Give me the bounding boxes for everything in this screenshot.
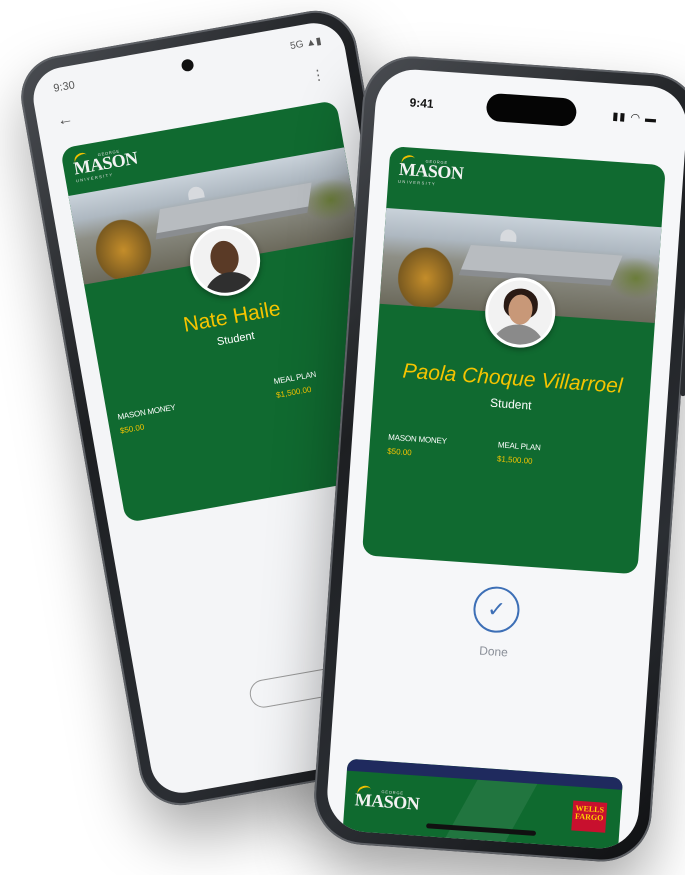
meal-plan-label: MEAL PLAN bbox=[497, 440, 541, 453]
mason-logo: GEORGE MASON bbox=[354, 783, 420, 814]
done-confirmation[interactable]: ✓ Done bbox=[337, 576, 653, 670]
mason-logo: GEORGE MASON UNIVERSITY bbox=[72, 147, 140, 184]
signal-wifi-battery-icon: ▮▮ ◠ ▬ bbox=[611, 110, 658, 126]
mason-money-value: $50.00 bbox=[119, 422, 145, 436]
meal-plan-label: MEAL PLAN bbox=[273, 369, 317, 387]
meal-plan-value: $1,500.00 bbox=[275, 384, 313, 400]
mason-logo: GEORGE MASON UNIVERSITY bbox=[398, 153, 464, 186]
checkmark-icon[interactable]: ✓ bbox=[471, 585, 522, 635]
promo-stage: 9:30 5G ▲▮ ← ⋮ GEORGE MASON UNIVERSITY N… bbox=[0, 0, 685, 875]
network-indicator: 5G ▲▮ bbox=[289, 35, 323, 53]
mason-money-label: MASON MONEY bbox=[387, 432, 448, 446]
iphone: 9:41 ▮▮ ◠ ▬ GEORGE MASON UNIVERSITY Paol… bbox=[310, 53, 685, 865]
done-label: Done bbox=[478, 643, 509, 660]
iphone-screen: 9:41 ▮▮ ◠ ▬ GEORGE MASON UNIVERSITY Paol… bbox=[324, 67, 685, 851]
back-arrow-icon[interactable]: ← bbox=[56, 110, 75, 131]
mason-money-value: $50.00 bbox=[386, 446, 412, 458]
mason-money-label: MASON MONEY bbox=[116, 402, 177, 422]
meal-plan-value: $1,500.00 bbox=[496, 454, 533, 466]
status-time: 9:30 bbox=[52, 79, 76, 95]
student-id-card[interactable]: GEORGE MASON UNIVERSITY Paola Choque Vil… bbox=[361, 146, 666, 575]
status-time: 9:41 bbox=[409, 95, 435, 111]
more-options-icon[interactable]: ⋮ bbox=[310, 66, 327, 85]
wells-fargo-logo: WELLS FARGO bbox=[571, 800, 608, 833]
